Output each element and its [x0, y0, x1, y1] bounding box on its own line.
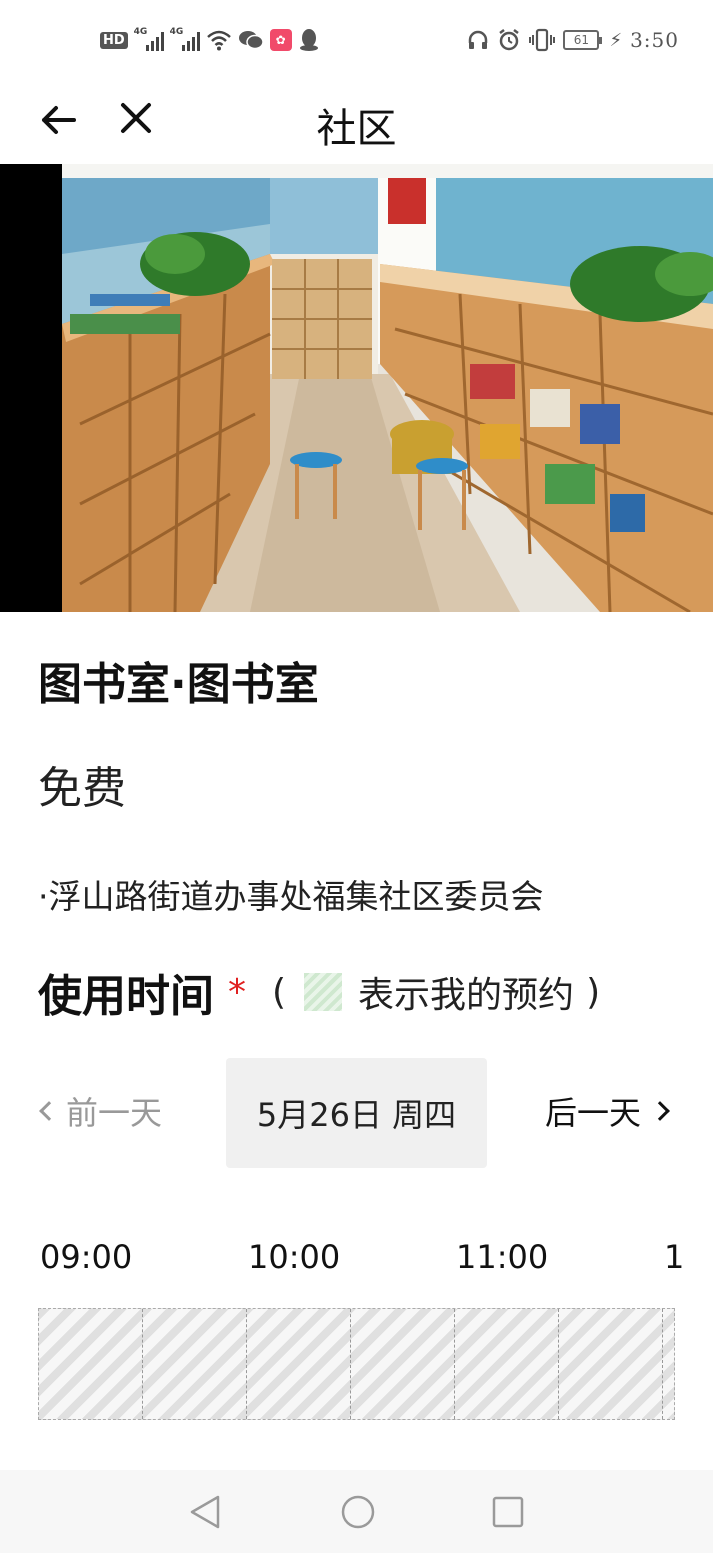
status-right-group: 61 ⚡ 3:50	[467, 28, 679, 52]
slot-divider	[454, 1309, 455, 1419]
page-title: 社区	[316, 106, 397, 152]
signal-icon: 4G	[169, 27, 200, 51]
usage-time-label: 使用时间	[38, 971, 214, 1022]
circle-home-icon[interactable]	[340, 1494, 376, 1530]
legend-paren-open: (	[272, 971, 287, 1013]
headphones-icon	[469, 30, 488, 49]
slot-divider	[662, 1309, 663, 1419]
prev-day-label: 前一天	[66, 1094, 163, 1132]
legend-text: 表示我的预约	[358, 975, 575, 1016]
time-slot-grid[interactable]	[38, 1308, 675, 1420]
square-recent-icon[interactable]	[492, 1496, 524, 1528]
clock: 3:50	[630, 28, 679, 52]
usage-time-heading: 使用时间 * ( 表示我的预约 )	[38, 960, 600, 1024]
network-type-label: 4G	[169, 27, 184, 37]
facility-address: ·浮山路街道办事处福集社区委员会	[38, 877, 544, 916]
status-left-group: HD 4G 4G ✿	[100, 27, 320, 52]
qq-icon	[299, 29, 318, 51]
triangle-back-icon[interactable]	[188, 1494, 222, 1530]
price-label: 免费	[38, 763, 126, 814]
next-day-label: 后一天	[544, 1094, 641, 1132]
hour-label: 11:00	[456, 1238, 549, 1276]
app-header: 社区	[0, 82, 713, 164]
required-mark: *	[228, 971, 246, 1013]
library-photo-illustration	[0, 164, 713, 612]
app-icon: ✿	[269, 29, 292, 51]
chevron-left-icon	[39, 1101, 59, 1121]
next-day-button[interactable]: 后一天	[544, 1088, 670, 1134]
charging-icon: ⚡	[609, 29, 623, 51]
legend: ( 表示我的预约 )	[272, 966, 600, 1018]
battery-icon: 61	[563, 30, 603, 50]
prev-day-button[interactable]: 前一天	[39, 1088, 163, 1134]
slot-divider	[350, 1309, 351, 1419]
hour-label: 10:00	[248, 1238, 341, 1276]
legend-paren-close: )	[586, 971, 601, 1013]
signal-icon: 4G	[133, 27, 164, 51]
status-bar: HD 4G 4G ✿ 61 ⚡ 3:50	[0, 0, 713, 82]
wifi-icon	[206, 30, 231, 51]
hour-label: 09:00	[40, 1238, 133, 1276]
facility-name: 图书室·图书室	[38, 659, 319, 710]
chevron-right-icon	[650, 1101, 670, 1121]
hour-label: 1	[664, 1238, 685, 1276]
wechat-icon	[238, 31, 264, 50]
facility-photo	[0, 164, 713, 612]
legend-swatch	[304, 973, 343, 1011]
current-date[interactable]: 5月26日 周四	[226, 1058, 487, 1168]
slot-divider	[558, 1309, 559, 1419]
vibrate-icon	[529, 28, 556, 52]
system-nav-bar	[0, 1470, 713, 1553]
slot-divider	[246, 1309, 247, 1419]
day-navigator: 前一天 5月26日 周四 后一天	[0, 1058, 713, 1168]
network-type-label: 4G	[133, 27, 148, 37]
alarm-icon	[499, 29, 520, 51]
slot-divider	[142, 1309, 143, 1419]
hd-icon: HD	[100, 31, 128, 49]
